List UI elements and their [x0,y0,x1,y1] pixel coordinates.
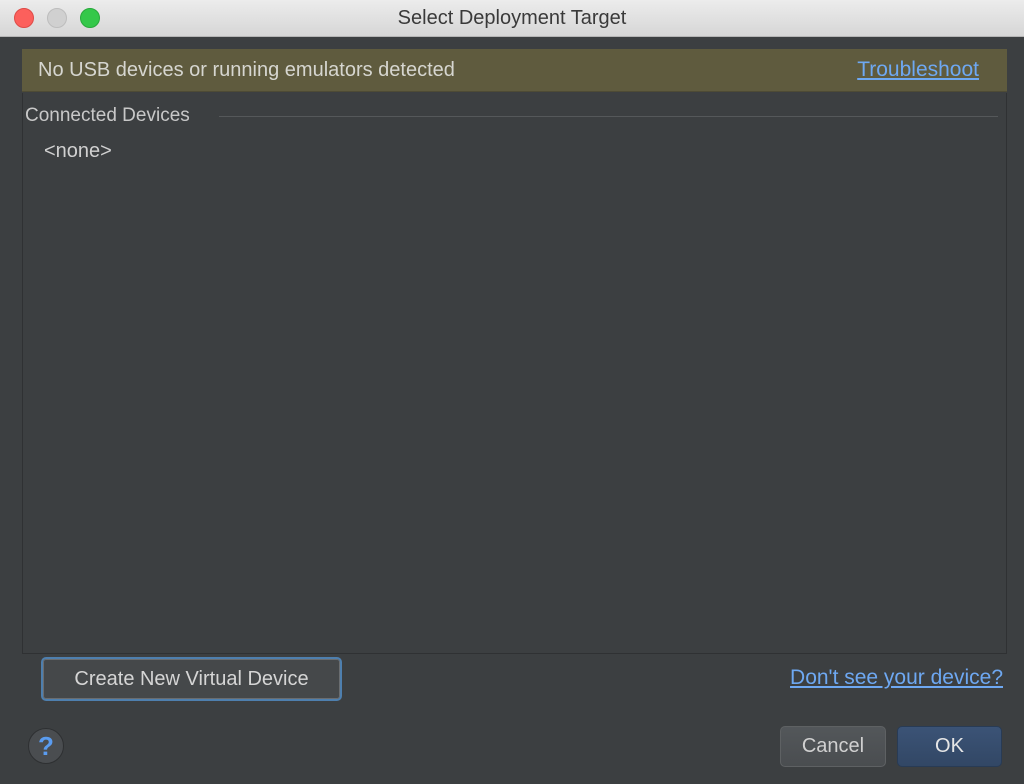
cancel-button[interactable]: Cancel [780,726,886,767]
no-devices-banner: No USB devices or running emulators dete… [22,49,1007,92]
device-list-item-none: <none> [44,140,112,162]
device-list-panel: Connected Devices <none> [22,93,1007,654]
window-title: Select Deployment Target [397,7,627,29]
question-mark-icon: ? [38,731,54,761]
banner-message: No USB devices or running emulators dete… [38,59,455,81]
title-bar[interactable]: Select Deployment Target [0,0,1024,37]
troubleshoot-link[interactable]: Troubleshoot [857,49,979,92]
connected-devices-heading: Connected Devices [25,105,200,127]
dont-see-device-link[interactable]: Don't see your device? [790,666,1003,690]
help-button[interactable]: ? [28,728,64,764]
create-virtual-device-button[interactable]: Create New Virtual Device [41,657,342,701]
ok-button[interactable]: OK [897,726,1002,767]
section-divider [219,116,998,117]
deployment-target-dialog: Select Deployment Target No USB devices … [0,0,1024,784]
